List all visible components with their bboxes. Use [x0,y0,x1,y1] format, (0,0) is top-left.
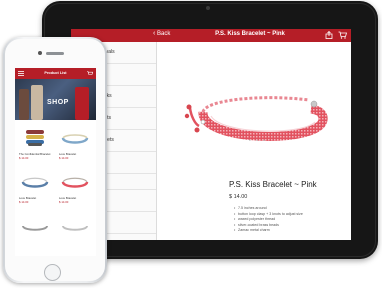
detail-item: Zamac metal charm [234,228,303,234]
product-price: $ 14.00 [229,194,248,200]
product-card[interactable]: Love Bracelet $ 14.00 [56,124,94,164]
product-title: P.S. Kiss Bracelet ~ Pink [229,180,317,189]
promo-banner[interactable]: SHOP [15,79,96,120]
product-thumbnail [21,177,49,188]
product-price: $ 14.00 [19,200,29,204]
cart-icon[interactable] [87,71,93,76]
home-button[interactable] [44,264,61,281]
product-thumbnail [62,225,88,231]
banner-text: SHOP [47,99,69,106]
product-card[interactable] [16,214,54,254]
product-price: $ 14.00 [19,156,29,160]
ipad-camera [206,6,210,10]
product-price: $ 14.00 [59,200,69,204]
cart-icon[interactable] [338,31,347,39]
product-card[interactable]: The Confidential Bracelet $ 14.00 [16,124,54,164]
share-icon[interactable] [325,31,333,39]
product-thumbnail [61,177,89,188]
product-card[interactable]: Love Bracelet $ 14.00 [16,168,54,208]
product-card[interactable] [56,214,94,254]
product-card[interactable]: Love Bracelet $ 14.00 [56,168,94,208]
product-price: $ 14.00 [59,156,69,160]
iphone-nav-title: Product List [44,71,67,75]
iphone-speaker [46,52,64,55]
product-image [184,96,328,141]
back-button[interactable]: Back [157,31,170,37]
chevron-left-icon[interactable]: ‹ [153,30,155,37]
ipad-screen: ‹ Back P.S. Kiss Bracelet ~ Pink Arrival… [71,29,351,240]
iphone-screen: Product List SHOP The Confidential Brace… [15,68,96,256]
product-details: 7.5 inches around button loop clasp + 3 … [234,206,303,234]
ipad-nav-title: P.S. Kiss Bracelet ~ Pink [215,31,285,37]
menu-icon[interactable] [18,71,24,76]
product-thumbnail [22,225,48,231]
iphone-navbar: Product List [15,68,96,79]
iphone-camera [38,51,42,55]
carousel-dots[interactable]: • • • [249,138,267,144]
product-thumbnail [61,134,89,144]
ipad-navbar: ‹ Back P.S. Kiss Bracelet ~ Pink [71,29,351,42]
product-thumbnail [26,130,44,146]
